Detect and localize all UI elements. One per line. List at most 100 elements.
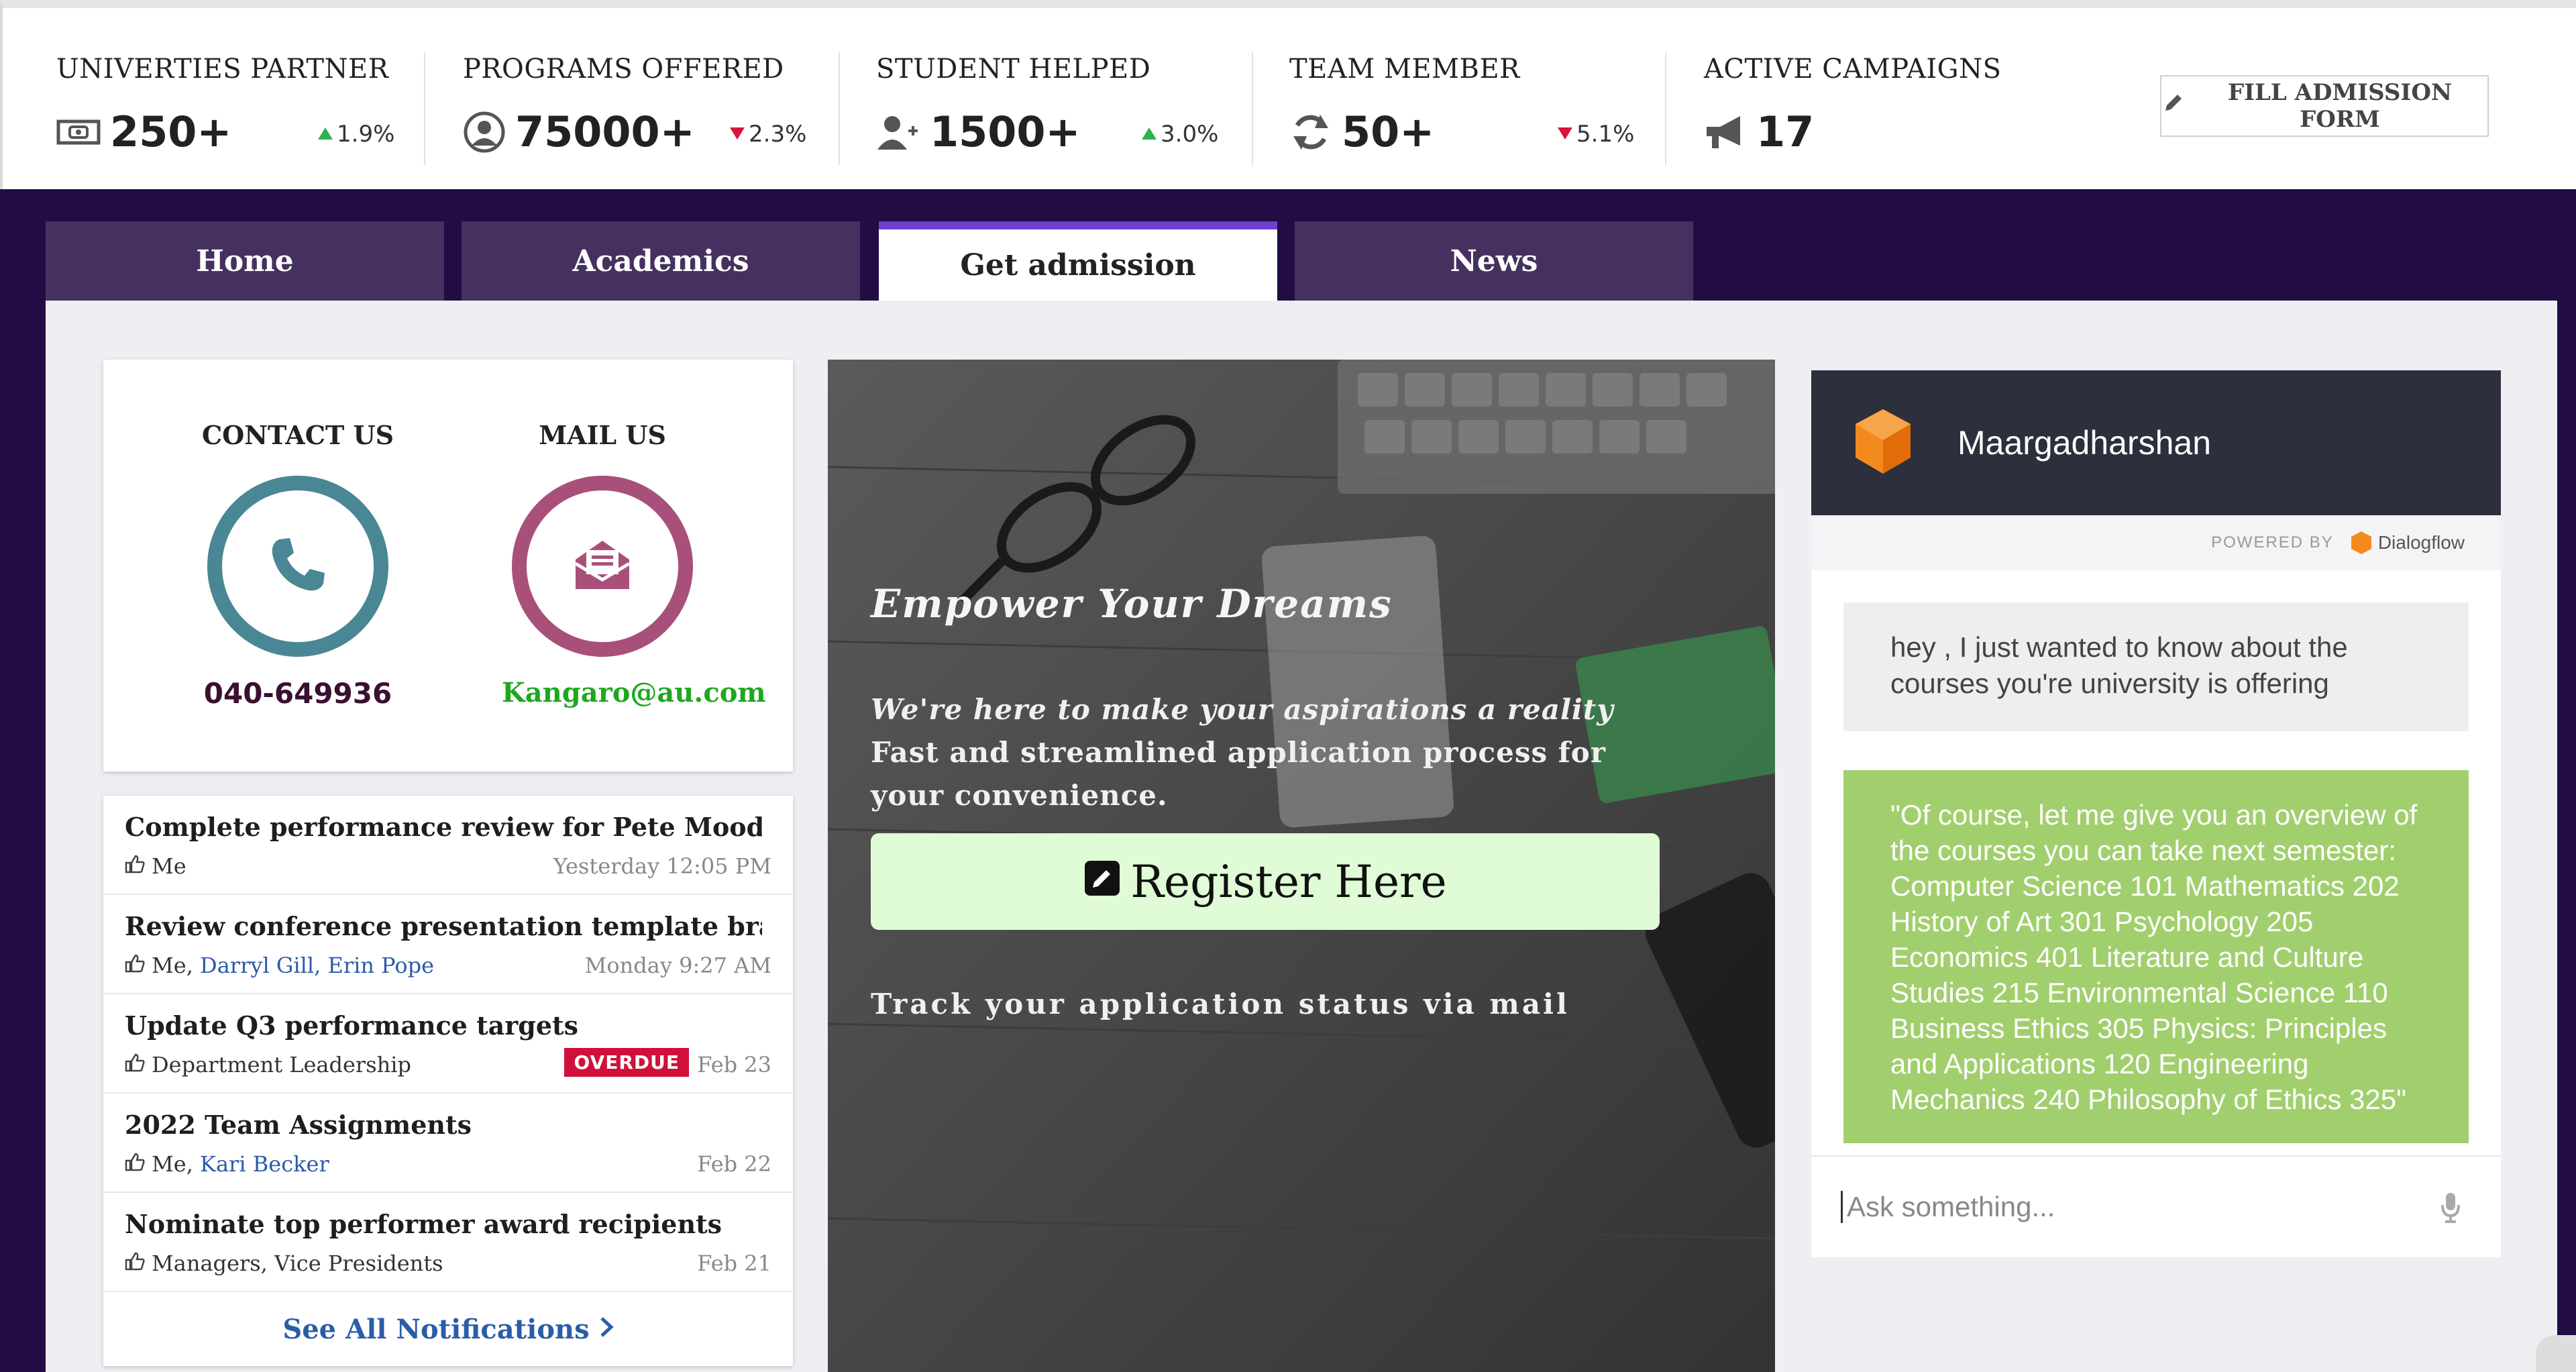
tab-news[interactable]: News [1295, 221, 1693, 301]
trend-up-icon [318, 127, 333, 140]
mail-us-title: MAIL US [539, 420, 666, 450]
notification-item[interactable]: Update Q3 performance targets Department… [103, 994, 793, 1094]
money-icon [56, 117, 101, 147]
notification-title: Nominate top performer award recipients [125, 1209, 722, 1239]
trend-down-icon [1558, 127, 1572, 140]
pencil-icon [2161, 92, 2184, 121]
phone-icon [266, 533, 330, 600]
tab-academics[interactable]: Academics [462, 221, 860, 301]
stat-divider [1665, 52, 1666, 165]
trend-up-icon [1142, 127, 1157, 140]
tab-home[interactable]: Home [46, 221, 444, 301]
dialogflow-label: Dialogflow [2377, 532, 2465, 553]
chat-header: Maargadharshan [1811, 370, 2501, 515]
stat-label: ACTIVE CAMPAIGNS [1704, 54, 2002, 85]
microphone-icon[interactable] [2440, 1192, 2461, 1226]
track-status-text: Track your application status via mail [871, 988, 1570, 1020]
fill-admission-form-button[interactable]: FILL ADMISSION FORM [2160, 75, 2489, 137]
contact-us-title: CONTACT US [201, 420, 394, 450]
user-plus-icon [876, 113, 920, 151]
notification-assignees: Managers, Vice Presidents [125, 1251, 443, 1276]
thumbs-up-icon [125, 1052, 145, 1077]
dialogflow-logo[interactable]: Dialogflow [2350, 530, 2465, 556]
stat-universities-partner: UNIVERTIES PARTNER 250+ 1.9% [56, 54, 394, 168]
notification-assignee-links[interactable]: Kari Becker [200, 1151, 329, 1177]
user-message-bubble: hey , I just wanted to know about the co… [1843, 602, 2469, 731]
trend-down-icon [730, 127, 745, 140]
stat-divider [1252, 52, 1253, 165]
user-circle-icon [463, 111, 506, 154]
thumbs-up-icon [125, 1251, 145, 1276]
hero-banner: Empower Your Dreams We're here to make y… [828, 360, 1775, 1372]
notification-item[interactable]: Nominate top performer award recipients … [103, 1193, 793, 1292]
chat-input[interactable] [1841, 1191, 2418, 1223]
megaphone-icon [1704, 112, 1747, 152]
phone-number[interactable]: 040-649936 [197, 677, 398, 710]
refresh-icon [1289, 111, 1332, 154]
stat-value: 1500+ [930, 107, 1081, 156]
stat-value: 17 [1756, 107, 1815, 156]
thumbs-up-icon [125, 1151, 145, 1177]
stat-value: 50+ [1342, 107, 1435, 156]
notification-assignee-text: Me, [152, 1151, 201, 1177]
thumbs-up-icon [125, 953, 145, 978]
stat-label: STUDENT HELPED [876, 54, 1151, 85]
stat-trend: 1.9% [318, 121, 394, 148]
contact-us-section: CONTACT US 040-649936 [197, 420, 398, 710]
stat-trend: 3.0% [1142, 121, 1218, 148]
see-all-notifications-link[interactable]: See All Notifications [103, 1292, 793, 1366]
notification-assignee-links[interactable]: Darryl Gill, Erin Pope [200, 953, 434, 978]
stat-student-helped: STUDENT HELPED 1500+ 3.0% [876, 54, 1218, 168]
edit-icon [1083, 856, 1121, 908]
notification-item[interactable]: Review conference presentation template … [103, 895, 793, 994]
tab-get-admission[interactable]: Get admission [879, 221, 1277, 301]
stats-bar: UNIVERTIES PARTNER 250+ 1.9% PROGRAMS OF… [0, 0, 2576, 189]
stat-active-campaigns: ACTIVE CAMPAIGNS 17 [1704, 54, 2002, 168]
stat-divider [424, 52, 425, 165]
notification-title: Update Q3 performance targets [125, 1010, 579, 1041]
thumbs-up-icon [125, 853, 145, 879]
overdue-badge: OVERDUE [564, 1048, 689, 1077]
notification-title: 2022 Team Assignments [125, 1110, 472, 1140]
contact-card: CONTACT US 040-649936 MAIL US Kangaro@au… [103, 360, 793, 772]
hero-subtitle-line1: We're here to make your aspirations a re… [871, 693, 1614, 726]
powered-by-bar: POWERED BY Dialogflow [1811, 515, 2501, 570]
stat-trend: 2.3% [730, 121, 806, 148]
stat-label: PROGRAMS OFFERED [463, 54, 784, 85]
email-address[interactable]: Kangaro@au.com [502, 677, 766, 708]
floating-chat-toggle[interactable] [2536, 1335, 2576, 1372]
chat-input-bar [1811, 1155, 2501, 1257]
notification-title: Complete performance review for Pete Moo… [125, 812, 762, 842]
notification-item[interactable]: 2022 Team Assignments Me, Kari Becker Fe… [103, 1094, 793, 1193]
stat-trend: 5.1% [1558, 121, 1634, 148]
notification-date: Feb 23 [697, 1052, 771, 1077]
stat-label: TEAM MEMBER [1289, 54, 1520, 85]
notification-date: Feb 21 [697, 1251, 771, 1276]
see-all-label: See All Notifications [282, 1313, 590, 1345]
dialogflow-cube-icon [1853, 407, 1913, 479]
phone-ring[interactable] [207, 476, 388, 657]
notification-assignees: Me, Kari Becker [125, 1151, 329, 1177]
stat-label: UNIVERTIES PARTNER [56, 54, 389, 85]
hero-subtitle: We're here to make your aspirations a re… [871, 688, 1676, 817]
mail-ring[interactable] [512, 476, 693, 657]
chatbot-name: Maargadharshan [1957, 424, 2212, 462]
chevron-right-icon [599, 1314, 614, 1345]
notification-assignee-text: Me, [152, 953, 201, 978]
stat-programs-offered: PROGRAMS OFFERED 75000+ 2.3% [463, 54, 806, 168]
fill-admission-form-label: FILL ADMISSION FORM [2227, 79, 2453, 133]
notifications-panel: Complete performance review for Pete Moo… [103, 796, 793, 1366]
notification-item[interactable]: Complete performance review for Pete Moo… [103, 796, 793, 895]
notification-assignees: Me, Darryl Gill, Erin Pope [125, 953, 434, 978]
notification-assignee-text: Managers, Vice Presidents [152, 1251, 443, 1276]
bot-message-bubble: "Of course, let me give you an overview … [1843, 770, 2469, 1143]
notification-assignee-text: Department Leadership [152, 1052, 411, 1077]
stat-team-member: TEAM MEMBER 50+ 5.1% [1289, 54, 1634, 168]
notification-date: Feb 22 [697, 1151, 771, 1177]
register-button[interactable]: Register Here [871, 833, 1660, 930]
notification-assignee-text: Me [152, 853, 186, 879]
hero-title: Empower Your Dreams [871, 581, 1393, 627]
register-label: Register Here [1130, 855, 1447, 908]
notification-date: Yesterday 12:05 PM [553, 853, 771, 879]
powered-by-label: POWERED BY [2211, 533, 2334, 551]
